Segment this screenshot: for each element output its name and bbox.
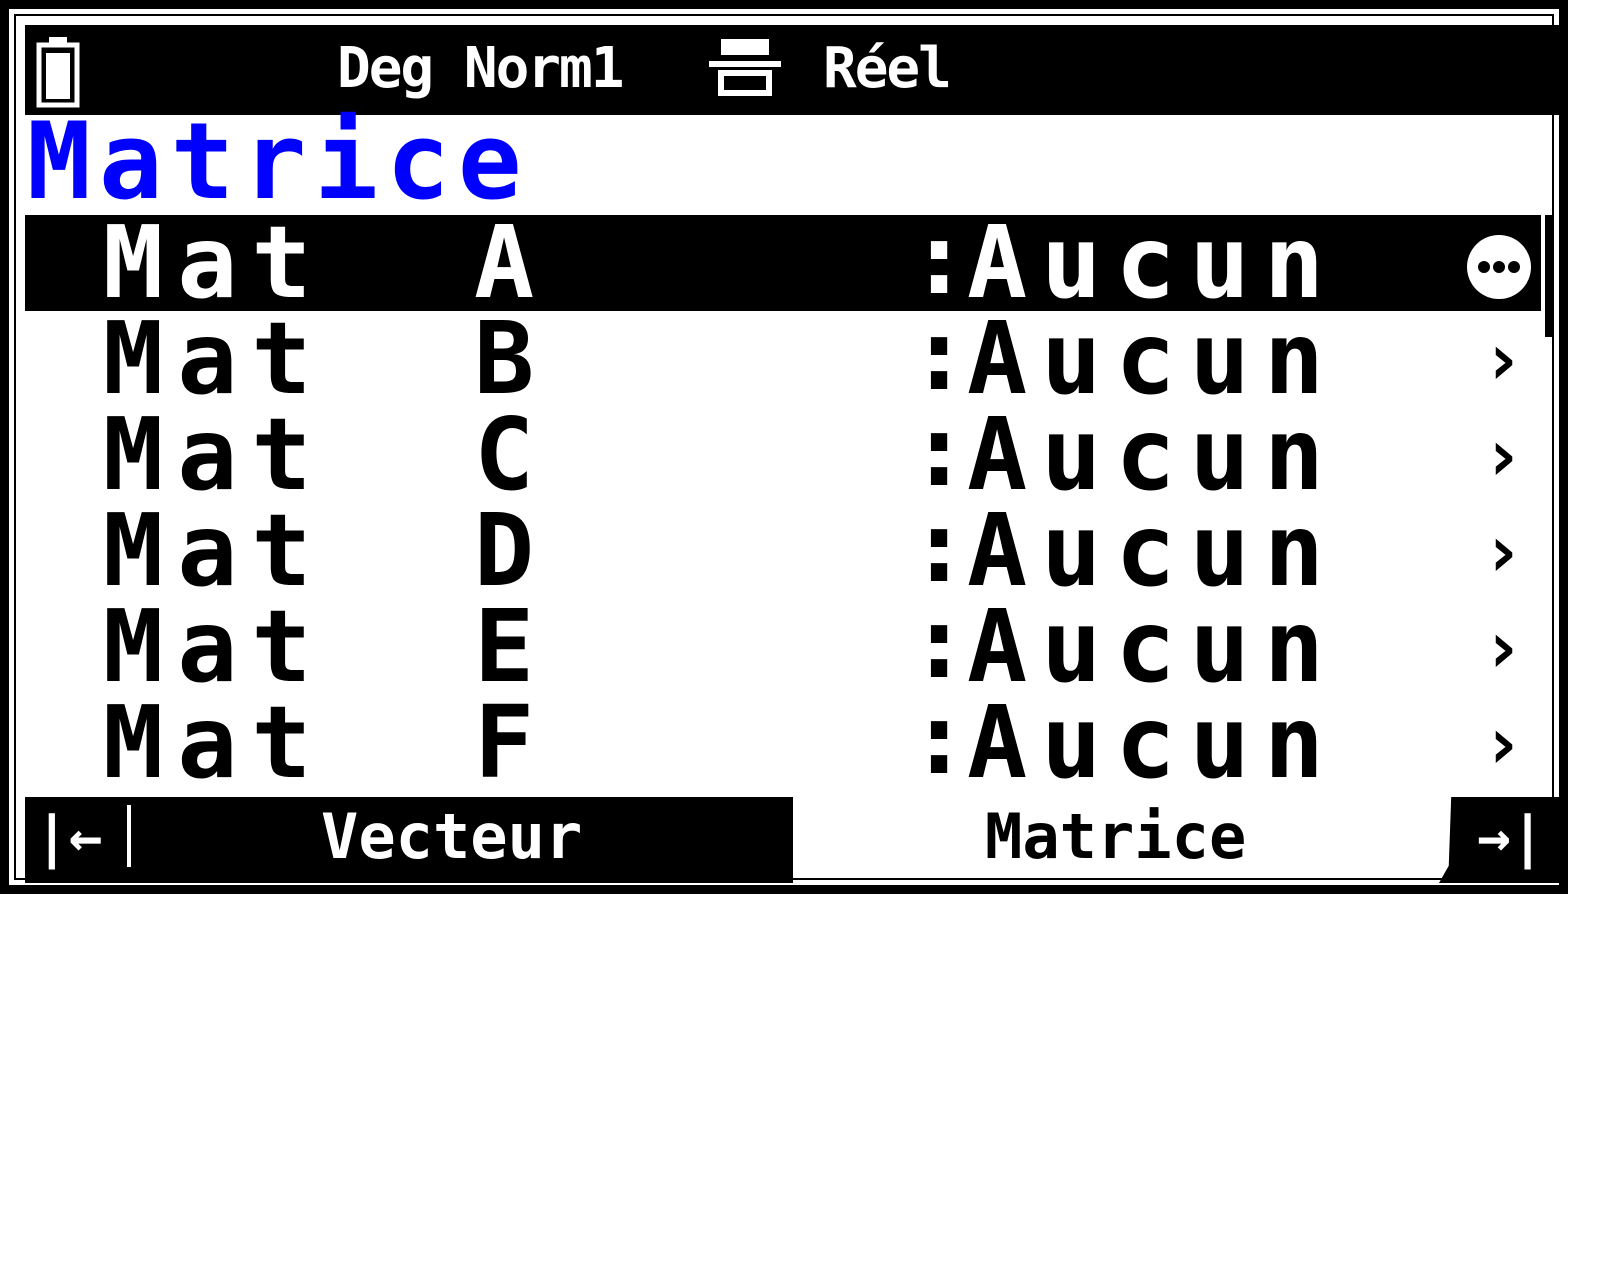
- tab-matrice[interactable]: Matrice: [985, 801, 1246, 873]
- last-tab-arrow-icon: →|: [1477, 805, 1545, 870]
- separator: :: [909, 680, 970, 797]
- chevron-right-icon: ›: [1481, 605, 1525, 689]
- matrix-value: Aucun: [967, 588, 1339, 705]
- more-options-icon[interactable]: [1465, 233, 1533, 301]
- scrollbar[interactable]: [1545, 215, 1554, 337]
- matrix-name: Mat E: [103, 588, 549, 705]
- list-item-mat-e[interactable]: Mat E : Aucun ›: [25, 588, 1541, 705]
- tab-vecteur[interactable]: |← Vecteur: [25, 797, 793, 883]
- list-item-mat-b[interactable]: Mat B : Aucun ›: [25, 300, 1541, 417]
- matrix-value: Aucun: [967, 684, 1339, 801]
- separator: :: [909, 392, 970, 509]
- list-item-mat-c[interactable]: Mat C : Aucun ›: [25, 396, 1541, 513]
- matrix-list: Mat A : Aucun Mat B : Aucun › Mat C : Au…: [25, 204, 1545, 801]
- chevron-right-icon: ›: [1481, 413, 1525, 497]
- matrix-value: Aucun: [967, 396, 1339, 513]
- matrix-value: Aucun: [967, 204, 1339, 321]
- battery-icon: [36, 37, 80, 108]
- matrix-value: Aucun: [967, 300, 1339, 417]
- matrix-name: Mat D: [103, 492, 549, 609]
- angle-format-status: Deg Norm1: [337, 36, 624, 101]
- list-item-mat-a[interactable]: Mat A : Aucun: [25, 204, 1541, 321]
- chevron-right-icon: ›: [1481, 701, 1525, 785]
- tab-bar: |← Vecteur Matrice →|: [25, 797, 1561, 883]
- list-item-mat-d[interactable]: Mat D : Aucun ›: [25, 492, 1541, 609]
- separator: :: [909, 200, 970, 317]
- last-tab-button[interactable]: →|: [1439, 797, 1561, 883]
- separator: :: [909, 584, 970, 701]
- matrix-name: Mat F: [103, 684, 549, 801]
- chevron-right-icon: ›: [1481, 317, 1525, 401]
- number-type-status: Réel: [823, 36, 952, 101]
- matrix-name: Mat B: [103, 300, 549, 417]
- list-item-mat-f[interactable]: Mat F : Aucun ›: [25, 684, 1541, 801]
- separator: :: [909, 296, 970, 413]
- natural-display-icon: [709, 39, 781, 96]
- matrix-name: Mat C: [103, 396, 549, 513]
- first-tab-arrow-icon: |←: [35, 805, 103, 870]
- tab-divider: [127, 805, 131, 867]
- tab-label: Vecteur: [321, 800, 583, 873]
- chevron-right-icon: ›: [1481, 509, 1525, 593]
- matrix-name: Mat A: [103, 204, 549, 321]
- matrix-value: Aucun: [967, 492, 1339, 609]
- page-title: Matrice: [27, 100, 530, 223]
- separator: :: [909, 488, 970, 605]
- calculator-screen: Deg Norm1 Réel Matrice Mat A : Aucun Mat…: [0, 0, 1568, 894]
